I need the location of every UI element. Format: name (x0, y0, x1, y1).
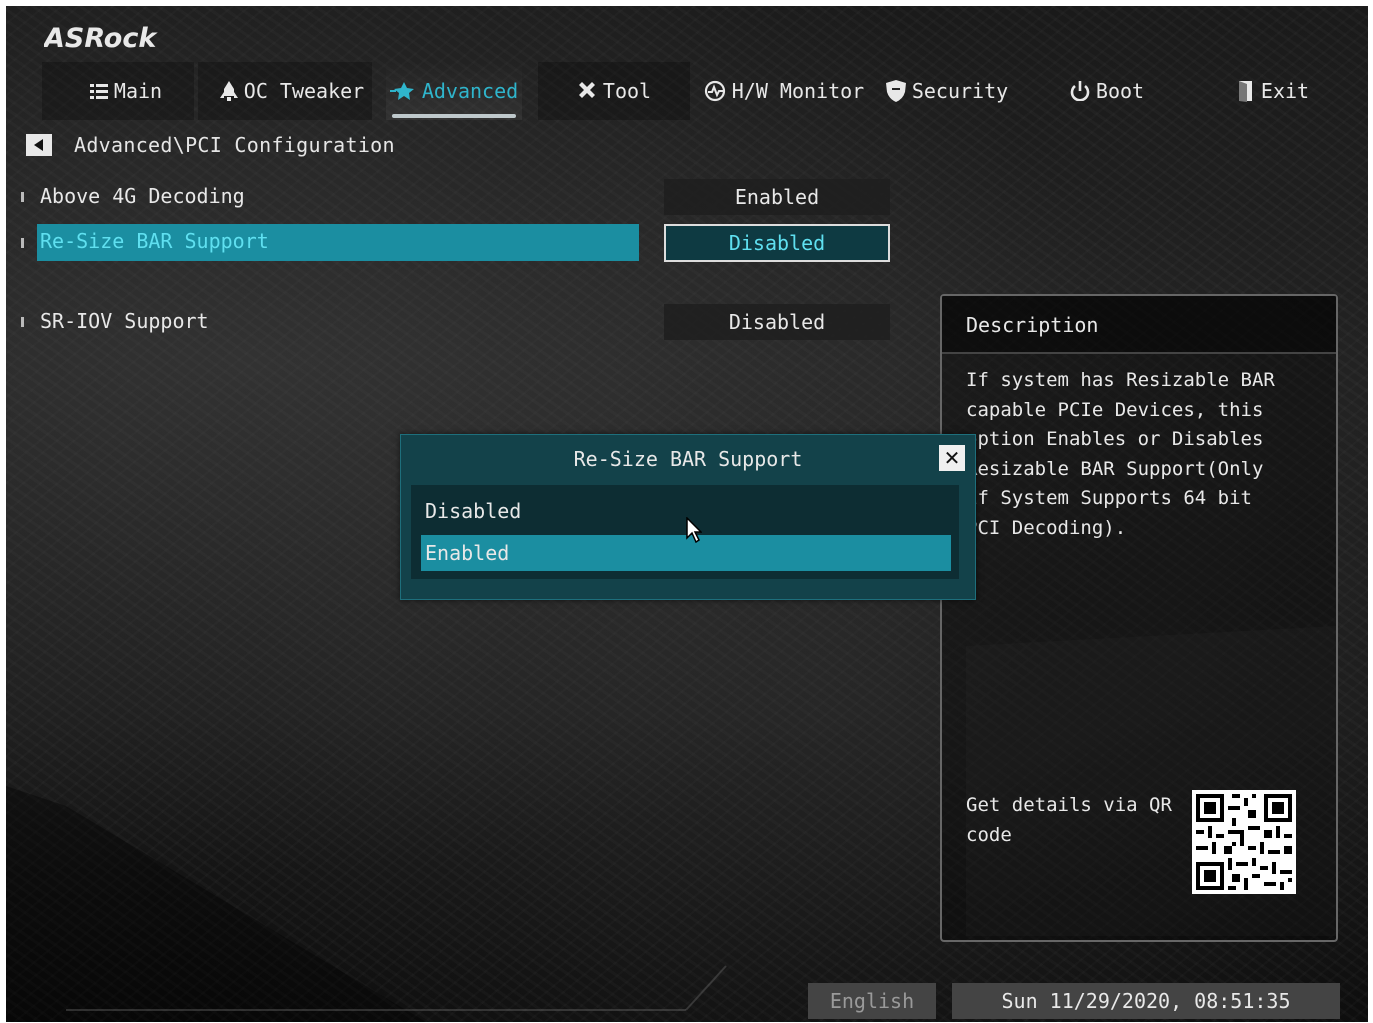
rocket-icon (219, 81, 238, 101)
tab-main[interactable]: Main (42, 62, 210, 120)
star-icon (389, 82, 416, 100)
shield-icon (885, 80, 906, 102)
svg-text:ASRock: ASRock (44, 23, 158, 54)
setting-row-resize-bar-selected[interactable]: Re-Size BAR Support (37, 224, 639, 261)
back-button[interactable] (26, 134, 52, 156)
language-button[interactable]: English (808, 983, 936, 1019)
description-text: If system has Resizable BAR capable PCIe… (966, 369, 1275, 539)
date-time-display: Sun 11/29/2020, 08:51:35 (952, 983, 1340, 1019)
tab-advanced-label: Advanced (421, 79, 519, 103)
qr-code-image (1192, 790, 1296, 894)
tab-boot[interactable]: Boot (1052, 62, 1162, 120)
tools-icon (577, 81, 597, 101)
tab-boot-label: Boot (1095, 79, 1145, 103)
description-header: Description (942, 296, 1336, 354)
main-tab-bar: Main OC Tweaker Advanced Tool H/W Monito (42, 62, 1362, 120)
popup-title: Re-Size BAR Support (573, 447, 803, 471)
setting-label-sr-iov[interactable]: SR-IOV Support (40, 309, 209, 333)
row-bullet (21, 317, 24, 327)
setting-value-above-4g[interactable]: Enabled (664, 179, 890, 215)
tab-exit[interactable]: Exit (1218, 62, 1328, 120)
tab-hw-monitor[interactable]: H/W Monitor (700, 62, 868, 120)
bios-screen: ASRock Main OC Tweaker Advanced Tool H/W… (6, 6, 1368, 1022)
tab-main-label: Main (113, 79, 163, 103)
setting-value-sr-iov[interactable]: Disabled (664, 304, 890, 340)
back-arrow-icon (34, 139, 43, 151)
setting-label-resize-bar: Re-Size BAR Support (40, 229, 269, 253)
power-icon (1070, 81, 1090, 101)
asrock-logo: ASRock (42, 20, 174, 54)
list-icon (89, 83, 108, 99)
setting-label-above-4g[interactable]: Above 4G Decoding (40, 184, 245, 208)
tab-oc-tweaker-label: OC Tweaker (243, 79, 365, 103)
breadcrumb-path: Advanced\PCI Configuration (74, 133, 395, 157)
tab-oc-tweaker[interactable]: OC Tweaker (212, 62, 372, 120)
description-title: Description (966, 313, 1099, 337)
row-bullet (21, 192, 24, 202)
exit-door-icon (1237, 80, 1255, 102)
tab-exit-label: Exit (1260, 79, 1310, 103)
description-panel: Description If system has Resizable BAR … (940, 294, 1338, 942)
close-icon[interactable]: ✕ (939, 445, 965, 471)
setting-value-resize-bar[interactable]: Disabled (664, 224, 890, 262)
tab-advanced[interactable]: Advanced (386, 62, 522, 120)
qr-caption: Get details via QR code (966, 794, 1172, 846)
tab-tool-label: Tool (602, 79, 652, 103)
tab-security-label: Security (911, 79, 1009, 103)
tab-hw-monitor-label: H/W Monitor (731, 79, 865, 103)
tab-security[interactable]: Security (882, 62, 1012, 120)
tab-tool[interactable]: Tool (542, 62, 686, 120)
popup-option-list: Disabled Enabled (411, 485, 959, 579)
monitor-icon (704, 80, 726, 102)
mouse-pointer-icon (686, 516, 703, 547)
row-bullet (21, 238, 24, 248)
breadcrumb: Advanced\PCI Configuration (26, 130, 395, 160)
